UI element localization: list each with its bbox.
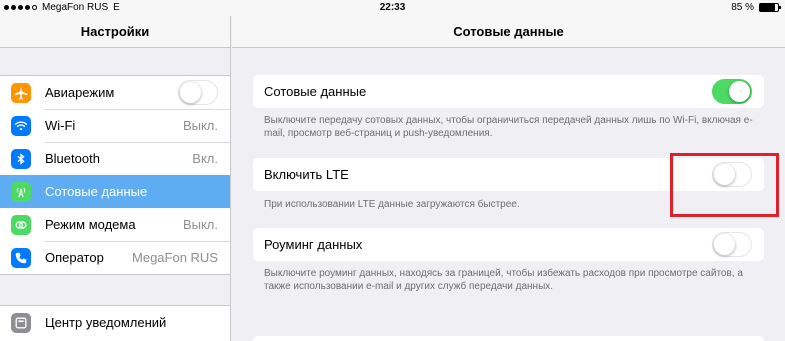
battery-percent: 85 %: [731, 2, 754, 13]
sidebar-item-label: Wi-Fi: [45, 118, 76, 133]
cellular-data-label: Сотовые данные: [264, 84, 367, 99]
bluetooth-status-value: Вкл.: [192, 151, 218, 166]
airplane-mode-toggle[interactable]: [178, 80, 218, 105]
sidebar-item-label: Bluetooth: [45, 151, 100, 166]
page-title: Сотовые данные: [232, 16, 785, 48]
data-roaming-footer: Выключите роуминг данных, находясь за гр…: [264, 268, 743, 292]
status-right: 85 %: [731, 2, 781, 13]
notifications-icon: [11, 313, 31, 333]
data-roaming-label: Роуминг данных: [264, 237, 363, 252]
cellular-settings-panel: Сотовые данные Сотовые данные Выключите …: [232, 16, 785, 341]
sidebar-item-cellular[interactable]: Сотовые данные: [0, 175, 230, 208]
cellular-icon: [11, 182, 31, 202]
battery-icon: [759, 3, 781, 12]
status-bar: MegaFon RUS E 22:33 85 %: [0, 0, 785, 16]
phone-icon: [11, 248, 31, 268]
status-time: 22:33: [379, 2, 406, 13]
cellular-data-toggle[interactable]: [712, 79, 752, 104]
wifi-icon: [11, 116, 31, 136]
sidebar-group-system: Центр уведомлений: [0, 305, 230, 341]
sidebar-item-airplane[interactable]: Авиарежим: [0, 76, 230, 109]
wifi-status-value: Выкл.: [182, 118, 218, 133]
next-cell-partial: [253, 336, 764, 341]
sidebar-group-connectivity: Авиарежим Wi-Fi Выкл. Bluetooth Вкл. Сот…: [0, 75, 230, 275]
cellular-data-footer: Выключите передачу сотовых данных, чтобы…: [264, 115, 753, 139]
hotspot-icon: [11, 215, 31, 235]
lte-highlight-annotation: [670, 153, 779, 217]
sidebar-item-notifications[interactable]: Центр уведомлений: [0, 306, 230, 339]
sidebar-item-label: Режим модема: [45, 217, 136, 232]
hotspot-status-value: Выкл.: [182, 217, 218, 232]
sidebar-item-hotspot[interactable]: Режим модема Выкл.: [0, 208, 230, 241]
sidebar-item-label: Центр уведомлений: [45, 315, 167, 330]
sidebar-title: Настройки: [0, 16, 230, 48]
sidebar-item-label: Авиарежим: [45, 85, 115, 100]
sidebar-item-carrier[interactable]: Оператор MegaFon RUS: [0, 241, 230, 274]
settings-sidebar: Настройки Авиарежим Wi-Fi Выкл. Bluetoot…: [0, 16, 231, 341]
sidebar-item-bluetooth[interactable]: Bluetooth Вкл.: [0, 142, 230, 175]
sidebar-item-label: Оператор: [45, 250, 104, 265]
lte-label: Включить LTE: [264, 167, 349, 182]
data-roaming-toggle[interactable]: [712, 232, 752, 257]
sidebar-item-label: Сотовые данные: [45, 184, 148, 199]
sidebar-item-wifi[interactable]: Wi-Fi Выкл.: [0, 109, 230, 142]
airplane-icon: [11, 83, 31, 103]
cellular-data-cell: Сотовые данные: [253, 75, 764, 108]
data-roaming-cell: Роуминг данных: [253, 228, 764, 261]
carrier-value: MegaFon RUS: [132, 250, 218, 265]
bluetooth-icon: [11, 149, 31, 169]
